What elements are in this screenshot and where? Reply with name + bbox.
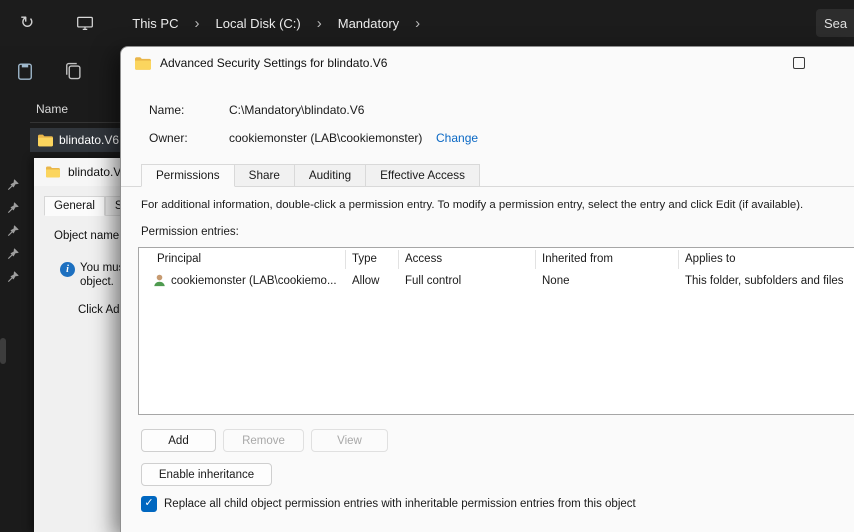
this-pc-icon[interactable] [72,10,98,36]
tab-general[interactable]: General [44,196,105,216]
cell-inherited-from: None [542,275,570,287]
tab-effective-access[interactable]: Effective Access [366,164,480,187]
cell-applies-to: This folder, subfolders and files [685,275,844,287]
pin-icon[interactable] [6,178,20,192]
file-list-item-label: blindato.V6 [59,133,120,147]
tab-share[interactable]: Share [234,164,295,187]
properties-dialog: blindato.V General Sha Object name: i Yo… [34,158,146,532]
column-divider [345,250,346,269]
replace-child-permissions-row: ✓ Replace all child object permission en… [141,496,636,512]
column-principal[interactable]: Principal [157,253,201,265]
chevron-right-icon[interactable]: › [309,15,330,32]
column-header-name[interactable]: Name [36,102,68,116]
pin-icon[interactable] [6,247,20,261]
properties-dialog-titlebar[interactable]: blindato.V [34,158,126,186]
tab-permissions[interactable]: Permissions [141,164,235,187]
enable-inheritance-button[interactable]: Enable inheritance [141,463,272,486]
column-inherited-from[interactable]: Inherited from [542,253,613,265]
explorer-toolbar [14,60,84,82]
chevron-right-icon[interactable]: › [186,15,207,32]
column-divider [678,250,679,269]
screen: ↻ This PC › Local Disk (C:) › Mandatory … [0,0,854,532]
column-divider [398,250,399,269]
permission-entries-label: Permission entries: [141,226,239,238]
dialog-tabs: Permissions Share Auditing Effective Acc… [141,164,480,187]
search-text: Sea [824,15,848,31]
cell-principal: cookiemonster (LAB\cookiemo... [171,275,337,287]
refresh-icon[interactable]: ↻ [20,13,34,33]
clipboard-icon[interactable] [14,60,36,82]
replace-child-permissions-checkbox[interactable]: ✓ [141,496,157,512]
explorer-address-bar: ↻ This PC › Local Disk (C:) › Mandatory … [0,0,854,46]
breadcrumb-mandatory[interactable]: Mandatory [330,12,407,35]
info-text-line2: object. [80,276,114,288]
remove-button[interactable]: Remove [223,429,304,452]
folder-icon [38,134,53,146]
name-value: C:\Mandatory\blindato.V6 [229,103,365,117]
maximize-icon [793,57,805,69]
maximize-button[interactable] [777,47,821,79]
copy-icon[interactable] [62,60,84,82]
column-applies-to[interactable]: Applies to [685,253,736,265]
breadcrumb: This PC › Local Disk (C:) › Mandatory › [124,12,428,35]
view-button[interactable]: View [311,429,388,452]
column-type[interactable]: Type [352,253,377,265]
folder-icon [46,166,60,178]
replace-child-permissions-label: Replace all child object permission entr… [164,498,636,510]
cell-type: Allow [352,275,380,287]
monitor-icon [77,16,94,31]
pin-icon[interactable] [6,270,20,284]
name-label: Name: [149,103,185,117]
info-text-line1: You mus [80,262,125,274]
folder-icon [135,56,151,70]
tab-auditing[interactable]: Auditing [294,164,367,187]
owner-value: cookiemonster (LAB\cookiemonster) [229,131,423,145]
change-owner-link[interactable]: Change [436,131,478,145]
info-icon: i [60,262,75,277]
pin-icon[interactable] [6,201,20,215]
file-list-item-blindato[interactable]: blindato.V6 [30,128,120,152]
dialog-title: Advanced Security Settings for blindato.… [160,56,388,70]
object-name-label: Object name: [54,230,123,242]
advanced-security-dialog: Advanced Security Settings for blindato.… [120,46,854,532]
permissions-instructions: For additional information, double-click… [141,199,804,211]
properties-dialog-title: blindato.V [68,165,122,179]
owner-label: Owner: [149,131,188,145]
column-separator [30,122,120,123]
cell-access: Full control [405,275,462,287]
breadcrumb-local-disk-c[interactable]: Local Disk (C:) [207,12,308,35]
permission-entries-table[interactable]: Principal Type Access Inherited from App… [138,247,854,415]
table-row[interactable]: cookiemonster (LAB\cookiemo... Allow Ful… [139,271,854,292]
breadcrumb-this-pc[interactable]: This PC [124,12,186,35]
dialog-titlebar[interactable]: Advanced Security Settings for blindato.… [121,47,854,79]
pin-icon[interactable] [6,224,20,238]
user-icon [154,274,165,287]
search-input[interactable]: Sea [816,9,854,37]
column-access[interactable]: Access [405,253,442,265]
column-divider [535,250,536,269]
info-text-line3: Click Ad [78,304,120,316]
chevron-right-icon[interactable]: › [407,15,428,32]
add-button[interactable]: Add [141,429,216,452]
table-header: Principal Type Access Inherited from App… [139,248,854,271]
scroll-indicator[interactable] [0,338,6,364]
